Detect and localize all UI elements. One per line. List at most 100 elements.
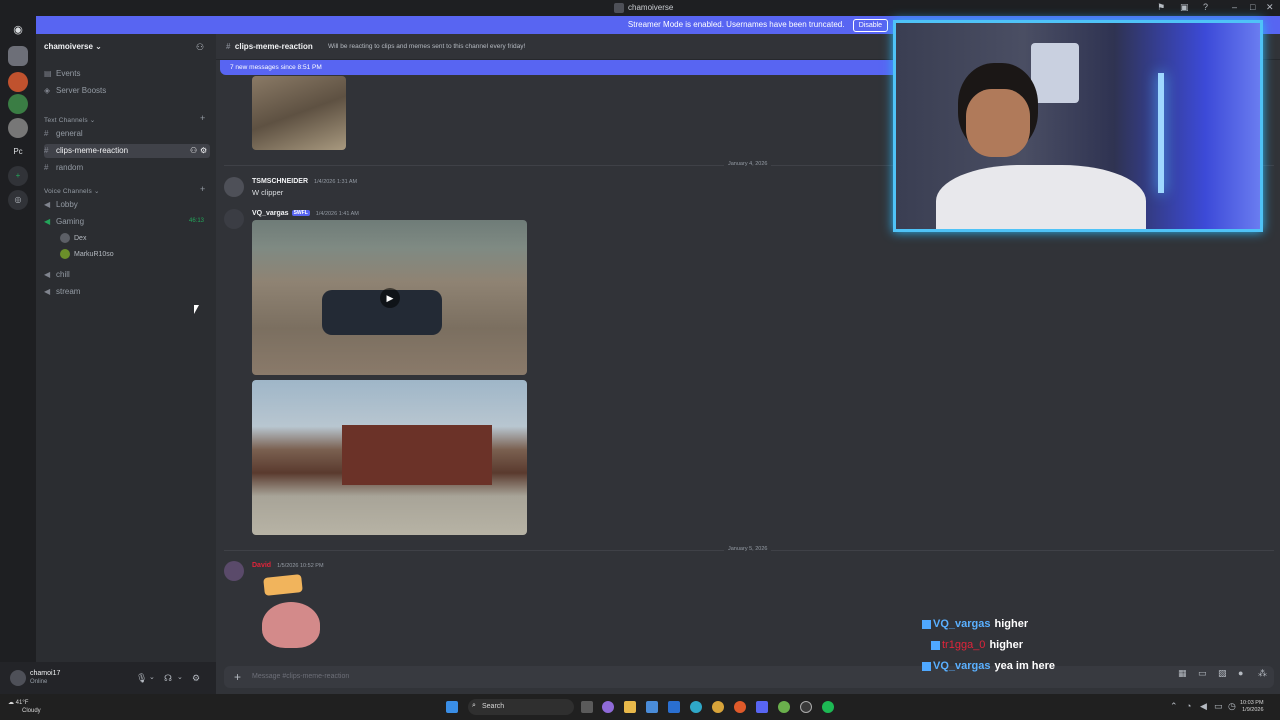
create-voice-channel-icon[interactable]: + [200, 184, 205, 194]
channel-general[interactable]: # general [44, 127, 210, 141]
discord-taskbar-icon[interactable] [756, 701, 768, 713]
invite-icon[interactable]: ⚇ [196, 42, 204, 53]
server-icon-1[interactable] [8, 46, 28, 66]
chat-badge-icon [922, 619, 931, 629]
obs-icon[interactable] [800, 701, 812, 713]
minimize-icon[interactable]: – [1232, 2, 1237, 12]
avatar[interactable] [10, 670, 26, 686]
voice-channel-chill[interactable]: ◀ chill [44, 268, 210, 282]
weather-widget[interactable]: ☁ 41°F Cloudy [8, 699, 41, 715]
gift-icon[interactable]: ▦ [1178, 668, 1187, 679]
store-icon[interactable] [646, 701, 658, 713]
new-messages-bar[interactable]: 7 new messages since 8:51 PM [220, 60, 920, 75]
message-author[interactable]: TSMSCHNEIDER 1/4/2026 1:31 AM [252, 178, 357, 185]
date-divider-label: January 5, 2026 [724, 546, 772, 552]
avatar[interactable] [224, 561, 244, 581]
add-server-icon[interactable]: + [8, 166, 28, 186]
channel-label: general [56, 129, 83, 138]
chat-badge-icon [922, 661, 931, 671]
chevron-down-icon[interactable]: ⌄ [149, 673, 155, 681]
message-image[interactable] [252, 76, 346, 150]
chrome-icon[interactable] [712, 701, 724, 713]
inbox-icon[interactable]: ⚑ [1157, 2, 1165, 13]
invite-user-icon[interactable]: ⚇ [190, 144, 197, 158]
maximize-icon[interactable]: □ [1250, 2, 1255, 12]
text-channels-category[interactable]: Text Channels ⌄ [44, 116, 95, 124]
stream-chat-line: VQ_vargas yea im here [922, 660, 1055, 672]
headphones-icon[interactable]: ☊ [164, 673, 172, 684]
voice-user[interactable]: Dex [60, 233, 86, 243]
download-icon[interactable]: ▣ [1180, 2, 1189, 13]
add-attachment-icon[interactable]: + [234, 670, 241, 684]
message-input-box[interactable]: + Message #clips-meme-reaction [224, 666, 1274, 688]
channel-random[interactable]: # random [44, 161, 210, 175]
task-view-icon[interactable] [581, 701, 593, 713]
chrome-icon[interactable] [778, 701, 790, 713]
webcam-face [966, 89, 1030, 157]
taskbar-search[interactable]: ⌕ Search [468, 699, 574, 715]
voice-channel-stream[interactable]: ◀ stream [44, 285, 210, 299]
copilot-icon[interactable] [602, 701, 614, 713]
discover-icon[interactable]: ◎ [8, 190, 28, 210]
chevron-down-icon: ⌄ [95, 42, 102, 51]
network-icon[interactable]: ◔ [1186, 701, 1191, 711]
voice-channel-gaming[interactable]: ◀ Gaming [44, 215, 210, 229]
building-shape [342, 425, 492, 485]
battery-icon[interactable]: ▭ [1214, 701, 1223, 712]
channel-clips-meme-reaction[interactable]: # clips-meme-reaction ⚇ ⚙ [44, 144, 210, 158]
gear-icon[interactable]: ⚙ [200, 144, 207, 158]
webcam-light [1158, 73, 1164, 193]
video-attachment[interactable]: ▶ [252, 220, 527, 375]
gear-icon[interactable]: ⚙ [192, 673, 200, 684]
server-icon-4[interactable] [8, 118, 28, 138]
sticker-icon[interactable]: ▧ [1218, 668, 1227, 679]
play-icon[interactable]: ▶ [380, 288, 400, 308]
outlook-icon[interactable] [668, 701, 680, 713]
emoji-icon[interactable]: ● [1238, 668, 1243, 678]
chevron-up-icon[interactable]: ⌃ [1170, 701, 1178, 712]
message-timestamp: 1/4/2026 1:41 AM [315, 211, 359, 217]
message-author-name: VQ_vargas [252, 210, 289, 217]
disable-streamer-mode-button[interactable]: Disable [852, 19, 889, 32]
help-icon[interactable]: ? [1203, 2, 1208, 12]
sticker-image[interactable] [260, 574, 324, 652]
spotify-icon[interactable] [822, 701, 834, 713]
voice-channel-lobby[interactable]: ◀ Lobby [44, 198, 210, 212]
edge-icon[interactable] [690, 701, 702, 713]
microphone-icon[interactable]: 🎙 [136, 673, 147, 684]
brave-icon[interactable] [734, 701, 746, 713]
volume-icon[interactable]: ◀ [1200, 701, 1207, 712]
date-divider-label: January 4, 2026 [724, 161, 772, 167]
discord-home-icon[interactable]: ◉ [8, 20, 28, 40]
voice-user[interactable]: MarkuR10so [60, 249, 114, 259]
channel-label: stream [56, 287, 81, 296]
channel-title-label: clips-meme-reaction [234, 42, 313, 51]
chevron-down-icon[interactable]: ⌄ [177, 673, 183, 681]
windows-start-icon[interactable] [446, 701, 458, 713]
server-icon-2[interactable] [8, 72, 28, 92]
taskbar: ☁ 41°F Cloudy ⌕ Search ⌃ ◔ ◀ ▭ ◷ 10:03 PM 1… [0, 694, 1280, 720]
server-name[interactable]: chamoiverse ⌄ [44, 42, 102, 51]
sidebar-item-events[interactable]: ▤ Events [44, 67, 210, 81]
channel-title: # clips-meme-reaction [226, 42, 313, 51]
gif-icon[interactable]: ▭ [1198, 668, 1207, 679]
voice-channels-category[interactable]: Voice Channels ⌄ [44, 187, 100, 195]
avatar[interactable] [224, 209, 244, 229]
taskbar-clock[interactable]: 10:03 PM 1/9/2026 [1240, 700, 1264, 714]
server-icon-3[interactable] [8, 94, 28, 114]
close-icon[interactable]: ✕ [1266, 2, 1274, 13]
image-attachment[interactable] [252, 380, 527, 535]
apps-icon[interactable]: ⁂ [1258, 668, 1267, 679]
message-author-name: David [252, 562, 272, 569]
sidebar-item-server-boosts[interactable]: ◈ Server Boosts [44, 84, 210, 98]
voice-user-name: Dex [74, 234, 87, 242]
notification-icon[interactable]: ◷ [1228, 701, 1236, 712]
avatar[interactable] [224, 177, 244, 197]
message-author[interactable]: VQ_vargas SWFL 1/4/2026 1:41 AM [252, 210, 359, 217]
create-text-channel-icon[interactable]: + [200, 113, 205, 123]
file-explorer-icon[interactable] [624, 701, 636, 713]
channel-topic: Will be reacting to clips and memes sent… [328, 43, 526, 50]
message-author[interactable]: David 1/5/2026 10:52 PM [252, 562, 324, 569]
server-icon-5[interactable]: Pc [8, 142, 28, 162]
message-input-placeholder: Message #clips-meme-reaction [252, 673, 350, 680]
